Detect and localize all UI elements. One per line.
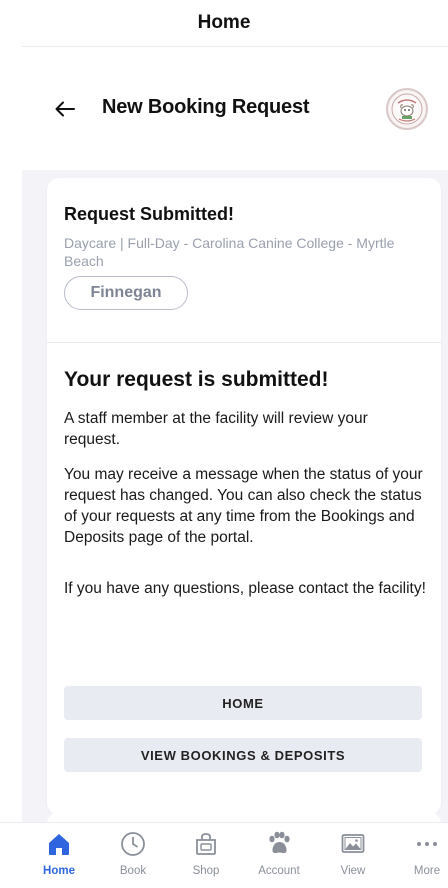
tab-label: View [340,865,366,877]
pet-chip: Finnegan [64,276,188,310]
tab-account[interactable]: Account [249,829,309,885]
tab-home[interactable]: Home [29,829,89,885]
shop-bag-icon [196,833,216,855]
tab-label: Account [258,865,300,877]
tab-view[interactable]: View [323,829,383,885]
back-button[interactable] [50,94,80,124]
actions-card: HOME VIEW BOOKINGS & DEPOSITS [47,662,441,794]
tab-label: Book [119,865,147,877]
tab-label: Shop [192,865,220,877]
paw-icon [269,831,290,854]
confirmation-heading: Your request is submitted! [64,368,329,391]
review-paragraph: A staff member at the facility will revi… [64,410,368,448]
more-dots-icon [417,842,437,846]
status-paragraph: You may receive a message when the statu… [64,466,423,546]
tab-label: Home [43,865,75,877]
bottom-tab-bar: Home Book Shop Account View More [0,822,448,888]
next-card [47,812,441,822]
image-icon [341,834,365,853]
back-arrow-icon [55,101,75,117]
dog-logo-icon [391,93,423,125]
page-header: New Booking Request [0,80,448,140]
tab-more[interactable]: More [397,829,448,885]
tab-book[interactable]: Book [103,829,163,885]
view-bookings-button[interactable]: VIEW BOOKINGS & DEPOSITS [64,738,422,772]
facility-logo [386,88,428,130]
content-area: Request Submitted! Daycare | Full-Day - … [22,170,448,822]
top-divider [22,46,448,47]
request-status-title: Request Submitted! [64,204,235,224]
home-icon [49,834,69,855]
card-divider [47,342,441,343]
service-description: Daycare | Full-Day - Carolina Canine Col… [64,235,395,269]
tab-label: More [413,865,441,877]
top-bar-title: Home [197,12,251,33]
contact-paragraph: If you have any questions, please contac… [64,580,426,597]
clock-icon [121,832,145,856]
home-button[interactable]: HOME [64,686,422,720]
tab-shop[interactable]: Shop [176,829,236,885]
page-title: New Booking Request [102,96,310,118]
